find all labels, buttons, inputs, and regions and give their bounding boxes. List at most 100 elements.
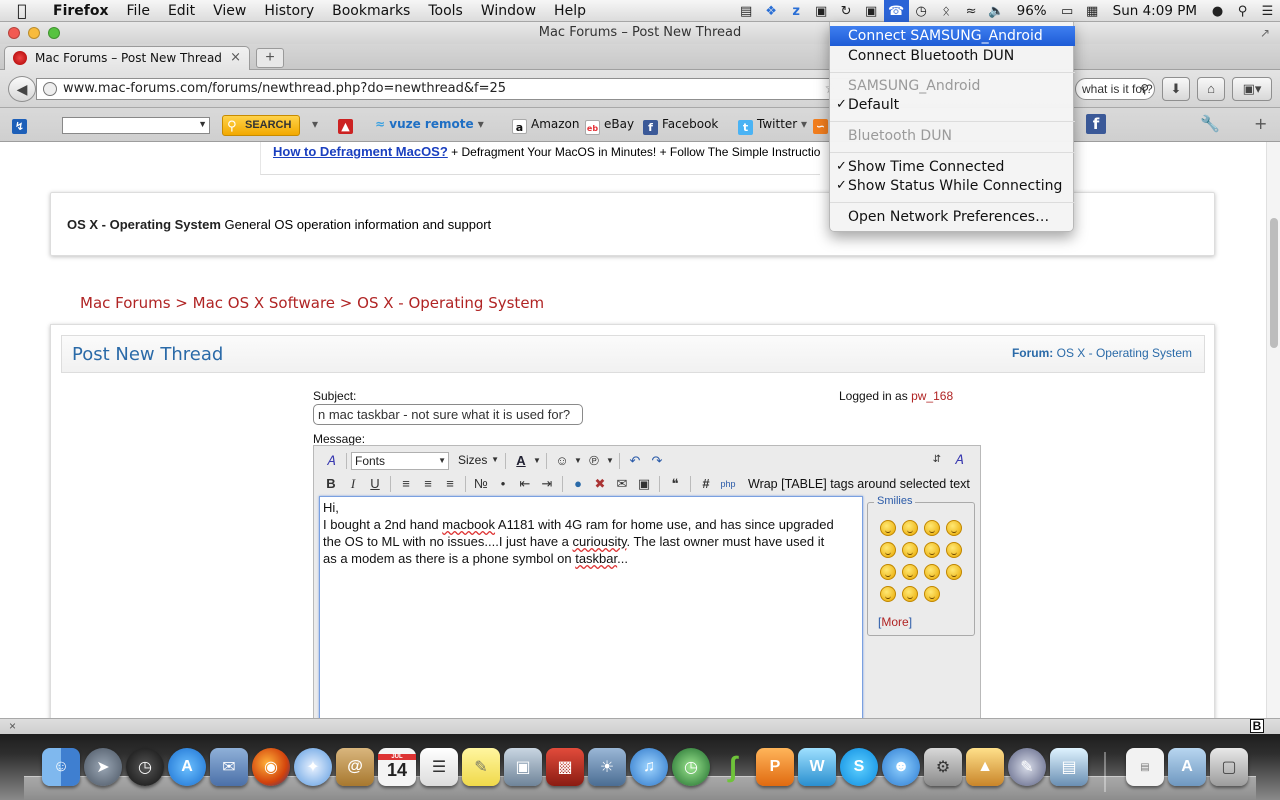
apple-menu-icon[interactable]: : [0, 1, 44, 20]
fonts-select[interactable]: Fonts ▼: [351, 452, 449, 470]
sync-icon[interactable]: ▣: [809, 0, 834, 22]
calendar-icon[interactable]: ▦: [1080, 0, 1105, 22]
skype-icon[interactable]: S: [840, 748, 878, 786]
redo-icon[interactable]: ↷: [646, 451, 668, 471]
time-machine-icon[interactable]: ◷: [672, 748, 710, 786]
scrollbar-thumb[interactable]: [1270, 218, 1278, 348]
iphoto-icon[interactable]: ☀: [588, 748, 626, 786]
align-left-icon[interactable]: ≡: [395, 474, 417, 494]
smiley-icon[interactable]: [946, 542, 962, 558]
dropbox-icon[interactable]: ❖: [759, 0, 784, 22]
menu-bookmarks[interactable]: Bookmarks: [323, 3, 419, 19]
ad-link[interactable]: How to Defragment MacOS?: [273, 144, 448, 159]
clock[interactable]: Sun 4:09 PM: [1105, 3, 1205, 19]
itunes-icon[interactable]: ♫: [630, 748, 668, 786]
chevron-down-icon[interactable]: ▼: [573, 451, 583, 471]
align-center-icon[interactable]: ≡: [417, 474, 439, 494]
tab-mac-forums[interactable]: Mac Forums – Post New Thread ×: [4, 46, 250, 70]
connect-bluetooth-dun-item[interactable]: Connect Bluetooth DUN: [830, 46, 1075, 66]
more-smilies-link[interactable]: [More]: [878, 615, 912, 629]
reminders-icon[interactable]: ☰: [420, 748, 458, 786]
search-icon[interactable]: ⚲: [1140, 79, 1149, 99]
italic-icon[interactable]: I: [342, 474, 364, 494]
bold-icon[interactable]: B: [320, 474, 342, 494]
menu-app-firefox[interactable]: Firefox: [44, 3, 118, 19]
preview-icon[interactable]: ▣: [504, 748, 542, 786]
add-toolbar-item-icon[interactable]: +: [1254, 114, 1267, 133]
bullet-list-icon[interactable]: •: [492, 474, 514, 494]
wifi-icon[interactable]: ≈: [959, 0, 984, 22]
system-preferences-icon[interactable]: ⚙: [924, 748, 962, 786]
bookmark-twitter[interactable]: t Twitter ▾: [738, 117, 807, 135]
battery-icon[interactable]: ▭: [1055, 0, 1080, 22]
open-network-preferences-item[interactable]: Open Network Preferences…: [830, 207, 1075, 227]
menu-help[interactable]: Help: [545, 3, 595, 19]
minimize-window-icon[interactable]: [28, 27, 40, 39]
activity-monitor-icon[interactable]: ▤: [1050, 748, 1088, 786]
smiley-icon[interactable]: [902, 586, 918, 602]
default-config-item[interactable]: ✓ Default: [830, 95, 1075, 115]
menu-edit[interactable]: Edit: [159, 3, 204, 19]
forum-name[interactable]: OS X - Operating System: [67, 217, 221, 232]
smiley-icon[interactable]: [880, 586, 896, 602]
lock-icon[interactable]: ▣: [859, 0, 884, 22]
outdent-icon[interactable]: ⇤: [514, 474, 536, 494]
document-icon[interactable]: ▤: [1126, 748, 1164, 786]
subject-input[interactable]: n mac taskbar - not sure what it is used…: [313, 404, 583, 425]
smiley-icon[interactable]: [880, 520, 896, 536]
insert-image-icon[interactable]: ▣: [633, 474, 655, 494]
bookmark-ebay[interactable]: eb eBay: [585, 117, 634, 135]
new-tab-button[interactable]: +: [256, 48, 284, 68]
app-store-icon[interactable]: A: [168, 748, 206, 786]
smiley-icon[interactable]: [924, 564, 940, 580]
bookmark-facebook[interactable]: f Facebook: [643, 117, 718, 135]
url-bar[interactable]: www.mac-forums.com/forums/newthread.php?…: [36, 78, 856, 100]
chevron-down-icon[interactable]: ▼: [532, 451, 542, 471]
menu-history[interactable]: History: [255, 3, 323, 19]
toolbar-logo-icon[interactable]: ↯: [12, 116, 31, 134]
mail-icon[interactable]: ✉: [210, 748, 248, 786]
bookmark-vuze-remote[interactable]: ≈ vuze remote ▾: [375, 117, 484, 131]
phone-modem-icon[interactable]: ☎: [883, 0, 909, 22]
applications-folder-icon[interactable]: A: [1168, 748, 1206, 786]
sizes-select[interactable]: Sizes ▼: [455, 452, 501, 470]
firefox-icon[interactable]: ◉: [252, 748, 290, 786]
script-icon[interactable]: ▤: [734, 0, 759, 22]
back-button[interactable]: ◀: [8, 76, 36, 102]
undo-icon[interactable]: ↶: [624, 451, 646, 471]
misspelled-word[interactable]: curiousity: [573, 534, 627, 549]
smiley-icon[interactable]: ☺: [551, 451, 573, 471]
smiley-icon[interactable]: [924, 520, 940, 536]
toolbar-search-input[interactable]: ▼: [62, 117, 210, 134]
battery-percent[interactable]: 96%: [1009, 3, 1055, 19]
smiley-icon[interactable]: [924, 586, 940, 602]
close-tab-icon[interactable]: ×: [230, 47, 241, 69]
numbered-list-icon[interactable]: №: [470, 474, 492, 494]
notification-list-icon[interactable]: ☰: [1255, 0, 1280, 22]
insert-email-icon[interactable]: ✉: [611, 474, 633, 494]
downloads-button[interactable]: ⬇: [1162, 77, 1190, 101]
toolbar-dropdown-icon[interactable]: ▾: [312, 117, 318, 131]
launchpad-icon[interactable]: ➤: [84, 748, 122, 786]
refresh-icon[interactable]: ↻: [834, 0, 859, 22]
smiley-icon[interactable]: [902, 542, 918, 558]
keynote-icon[interactable]: ▲: [966, 748, 1004, 786]
trash-icon[interactable]: ▢: [1210, 748, 1248, 786]
time-machine-icon[interactable]: ◷: [909, 0, 934, 22]
smiley-icon[interactable]: [902, 520, 918, 536]
home-button[interactable]: ⌂: [1197, 77, 1225, 101]
smiley-icon[interactable]: [880, 564, 896, 580]
misspelled-word[interactable]: macbook: [442, 517, 495, 532]
menu-tools[interactable]: Tools: [419, 3, 472, 19]
toolbar-search-button[interactable]: ⚲ SEARCH: [222, 115, 300, 136]
smiley-icon[interactable]: [880, 542, 896, 558]
photo-booth-icon[interactable]: ▩: [546, 748, 584, 786]
facebook-icon[interactable]: f: [1086, 114, 1110, 134]
resize-editor-icon[interactable]: ⇵: [926, 450, 948, 470]
php-code-icon[interactable]: php: [717, 474, 739, 494]
safari-icon[interactable]: ✦: [294, 748, 332, 786]
message-textarea[interactable]: Hi, I bought a 2nd hand macbook A1181 wi…: [319, 496, 863, 718]
search-bar[interactable]: what is it for? ⚲: [1075, 78, 1155, 100]
spotlight-search-icon[interactable]: ⚲: [1230, 0, 1255, 22]
smiley-icon[interactable]: [924, 542, 940, 558]
